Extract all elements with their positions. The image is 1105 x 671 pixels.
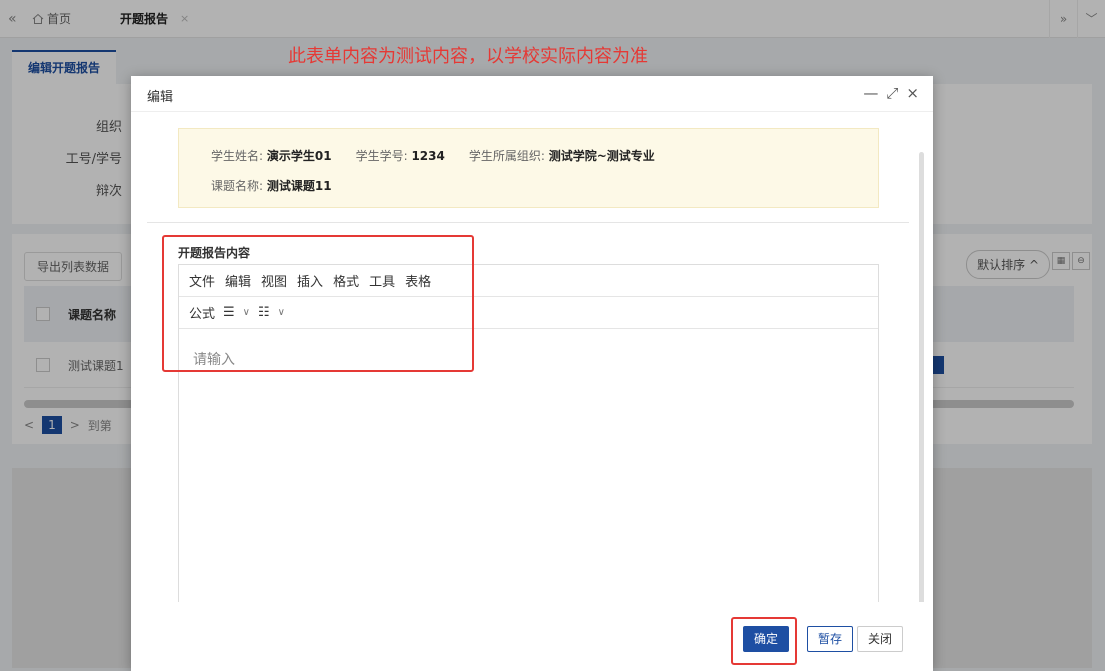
highlight-editor-box [162,235,474,372]
close-button[interactable]: 关闭 [857,626,904,652]
close-icon[interactable]: × [906,84,919,102]
student-id-label: 学生学号: [355,149,408,163]
topic-value: 测试课题11 [266,179,332,193]
student-id: 学生学号: 1234 [356,147,445,164]
dialog-scrollbar[interactable] [919,152,924,602]
maximize-icon[interactable]: ⤢ [886,84,898,102]
dialog-title: 编辑 [147,90,174,105]
info-line-2: 课题名称: 测试课题11 [211,177,332,194]
minimize-icon[interactable]: — [863,84,878,102]
student-name: 学生姓名: 演示学生01 [211,147,332,164]
info-line-1: 学生姓名: 演示学生01 学生学号: 1234 学生所属组织: 测试学院~测试专… [211,147,655,164]
student-org-value: 测试学院~测试专业 [548,149,655,163]
test-notice: 此表单内容为测试内容，以学校实际内容为准 [288,46,648,67]
divider [147,222,909,223]
student-id-value: 1234 [411,149,445,163]
dialog-footer: 确定 暂存 关闭 [131,602,933,671]
save-draft-button[interactable]: 暂存 [807,626,854,652]
student-info-box: 学生姓名: 演示学生01 学生学号: 1234 学生所属组织: 测试学院~测试专… [178,128,879,208]
student-org: 学生所属组织: 测试学院~测试专业 [469,147,655,164]
topic-label: 课题名称: [211,179,264,193]
highlight-confirm-box [731,617,797,665]
topic: 课题名称: 测试课题11 [211,177,332,194]
edit-dialog: 编辑 — ⤢ × 学生姓名: 演示学生01 学生学号: 1234 学生所属组织:… [131,76,933,671]
student-org-label: 学生所属组织: [468,149,545,163]
student-name-label: 学生姓名: [211,149,264,163]
student-name-value: 演示学生01 [266,149,332,163]
dialog-header: 编辑 — ⤢ × [131,76,933,112]
